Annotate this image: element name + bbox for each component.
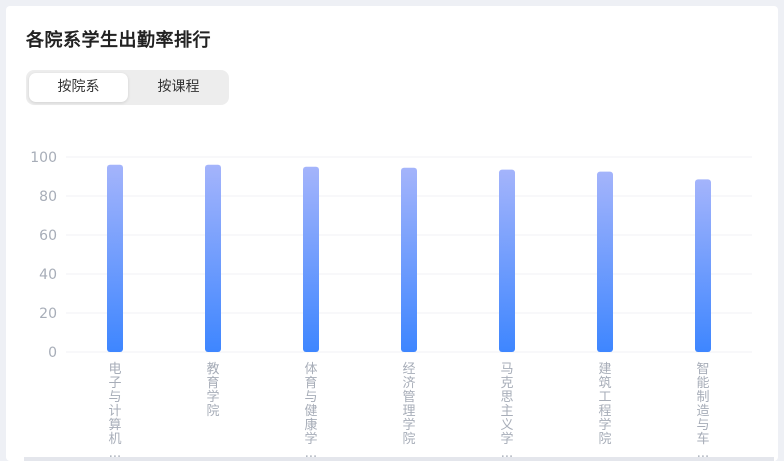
y-tick-label: 0 (48, 345, 57, 361)
y-tick-label: 60 (39, 228, 57, 244)
y-tick-label: 80 (39, 189, 57, 205)
bar[interactable] (695, 179, 711, 352)
x-tick-label: 马克思主义学... (500, 362, 513, 461)
bar[interactable] (107, 164, 123, 352)
attendance-bar-chart: 0 20 40 60 80 100 电子与计算机... 教育学院 体育与健康学... 经济管理学… (30, 150, 752, 461)
y-tick-label: 100 (30, 150, 57, 166)
x-tick-label: 电子与计算机... (108, 362, 121, 461)
x-tick-label: 建筑工程学院 (598, 362, 611, 447)
bar[interactable] (499, 169, 515, 352)
x-tick-label: 经济管理学院 (402, 362, 415, 447)
x-tick-label: 体育与健康学... (304, 362, 317, 461)
bar[interactable] (303, 166, 319, 352)
bar[interactable] (401, 167, 417, 352)
y-tick-label: 20 (39, 306, 57, 322)
bar[interactable] (597, 171, 613, 352)
y-tick-label: 40 (39, 267, 57, 283)
horizontal-scrollbar[interactable] (24, 457, 774, 461)
bar[interactable] (205, 164, 221, 352)
x-tick-label: 智能制造与车... (696, 362, 709, 461)
x-tick-label: 教育学院 (206, 361, 219, 419)
